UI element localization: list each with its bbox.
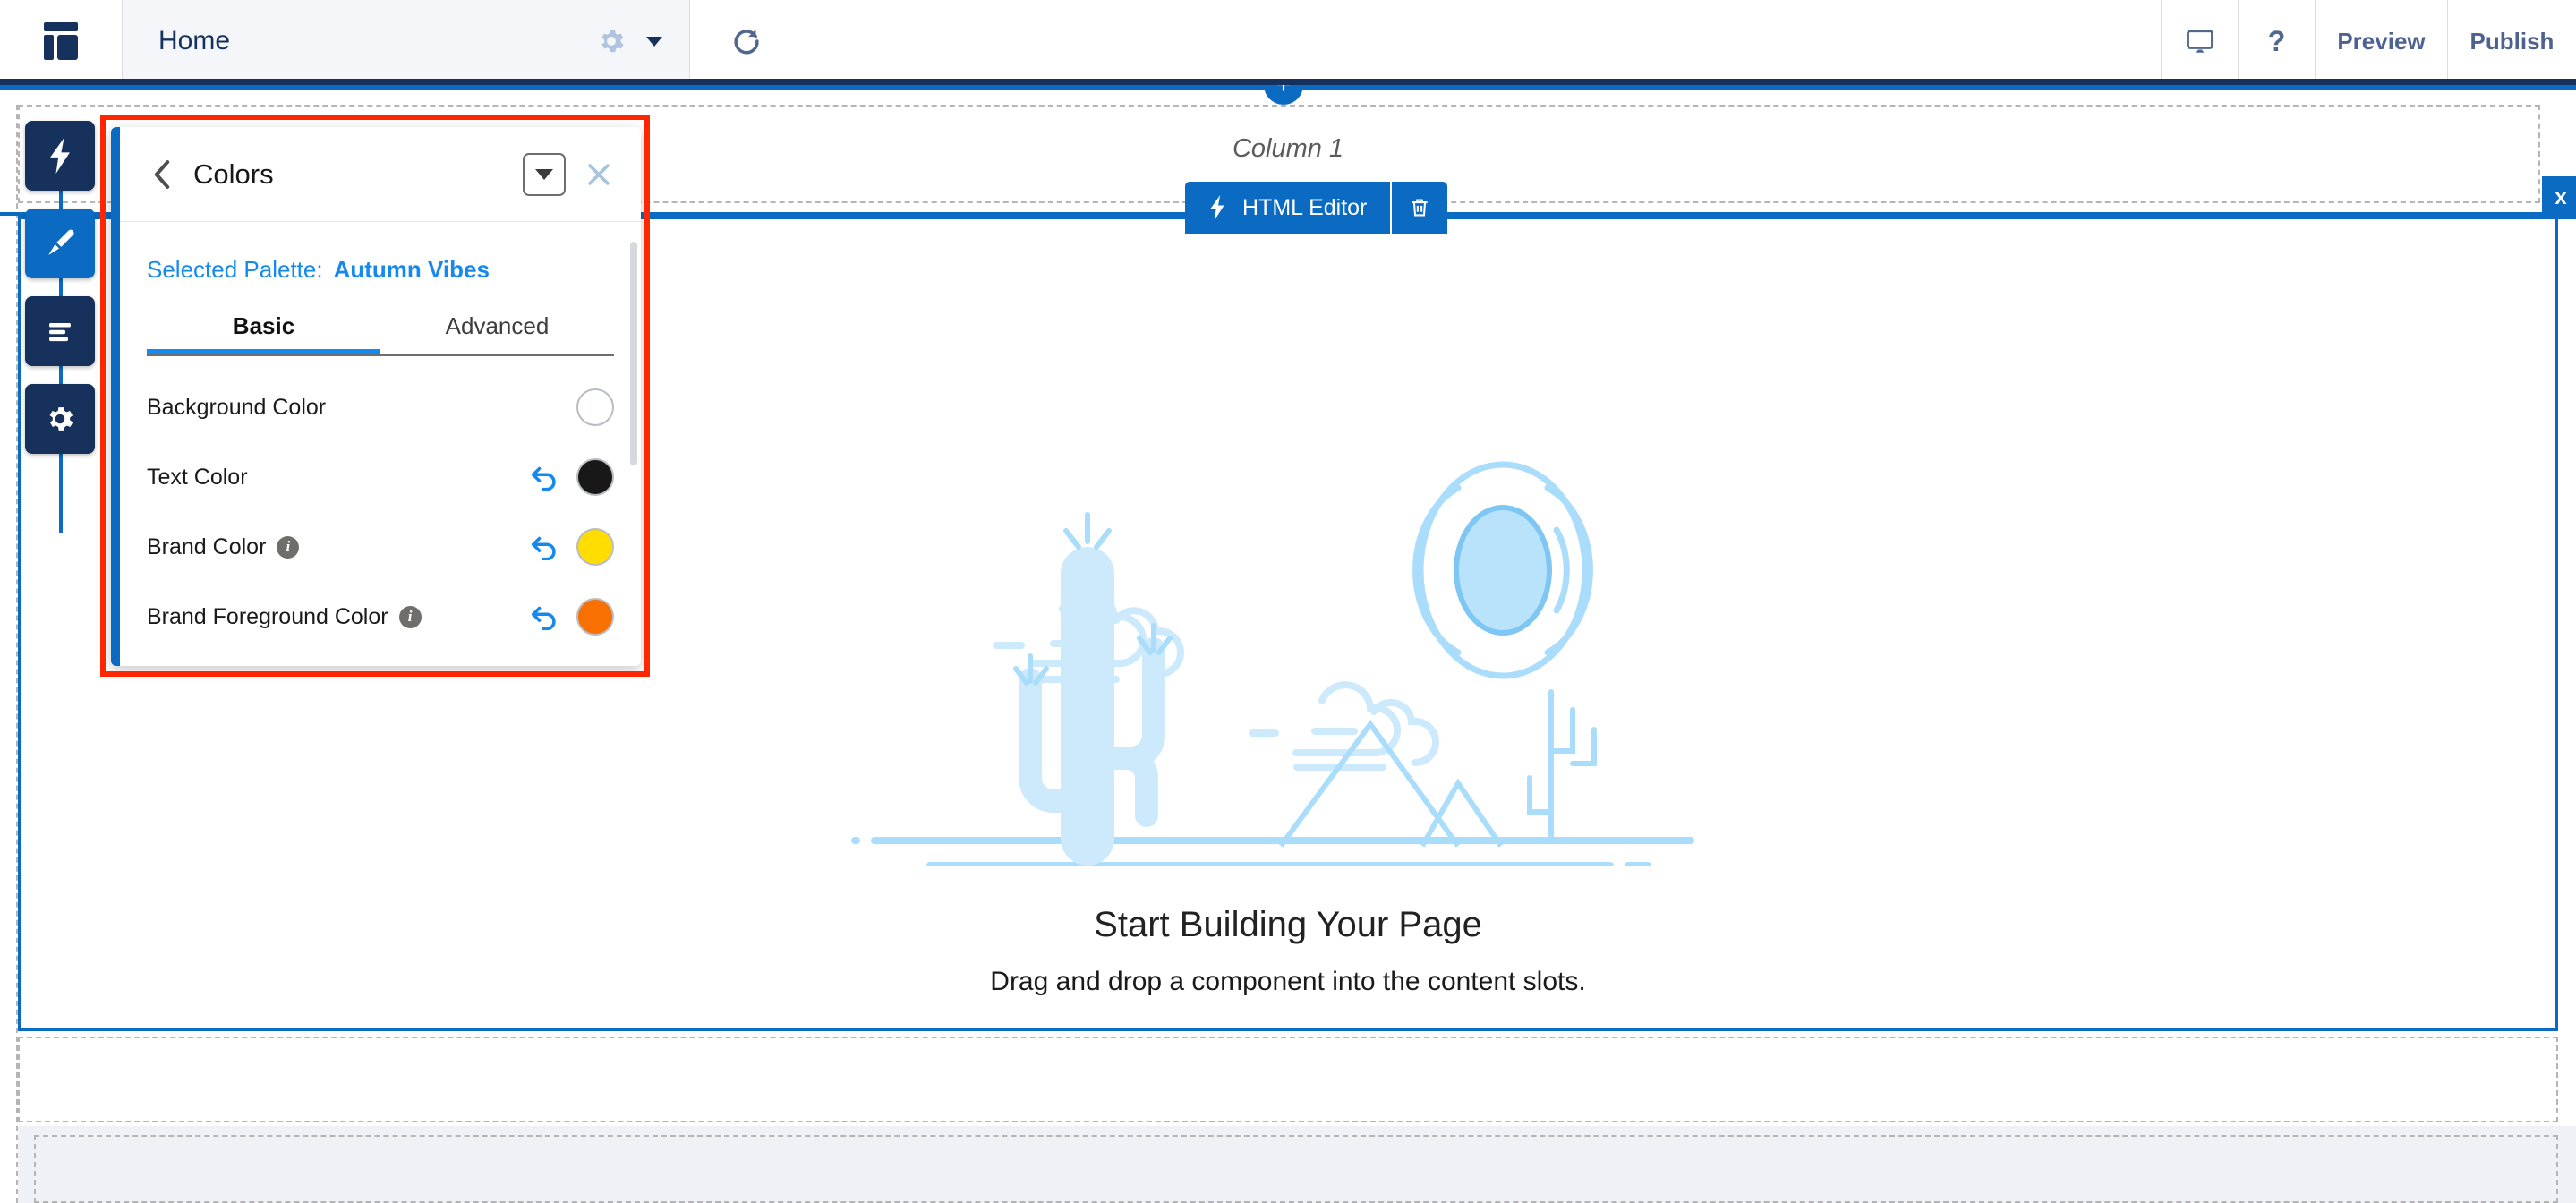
close-component-button[interactable]: x [2542, 176, 2576, 219]
revert-button[interactable] [525, 599, 564, 635]
desert-cactus-sun-illustration [851, 461, 1694, 866]
panel-back-button[interactable] [145, 155, 179, 194]
revert-button[interactable] [525, 529, 564, 565]
color-row-label-wrap: Brand Foreground Color i [147, 604, 525, 630]
header-spacer [802, 0, 2161, 82]
panel-header: Colors [120, 127, 641, 222]
refresh-button[interactable] [690, 0, 802, 82]
color-row: Brand Color i [147, 512, 614, 582]
lightning-bolt-icon [1210, 195, 1224, 220]
left-rail [25, 121, 95, 533]
preview-label: Preview [2337, 27, 2426, 55]
color-row-label: Text Color [147, 464, 248, 490]
publish-label: Publish [2469, 27, 2555, 55]
gear-icon[interactable] [596, 26, 627, 56]
sidebar-item-components[interactable] [25, 121, 95, 191]
color-row-label-wrap: Text Color [147, 465, 525, 491]
undo-arrow-icon [531, 606, 556, 630]
preview-button[interactable]: Preview [2315, 0, 2447, 82]
panel-tabs: Basic Advanced [147, 312, 614, 356]
device-preview-button[interactable] [2161, 0, 2238, 82]
panel-title: Colors [193, 158, 274, 190]
color-row-label: Brand Foreground Color [147, 603, 388, 629]
header-rule [0, 79, 2576, 85]
color-row-label: Background Color [147, 394, 327, 420]
page-title: Home [158, 26, 231, 55]
footer-drop-region-1[interactable] [18, 1037, 2558, 1122]
chevron-down-icon [535, 168, 553, 180]
trash-icon [1412, 199, 1429, 217]
panel-scrollbar[interactable] [630, 242, 637, 666]
color-row: Brand Foreground Color i [147, 582, 614, 652]
page-layout-icon [38, 21, 83, 62]
desktop-monitor-icon [2186, 30, 2213, 53]
color-swatch[interactable] [576, 388, 614, 426]
color-row: Text Color [147, 442, 614, 512]
revert-placeholder [525, 389, 564, 425]
undo-arrow-icon [531, 466, 556, 491]
color-row-label-wrap: Brand Color i [147, 534, 525, 560]
empty-state-title: Start Building Your Page [1094, 905, 1482, 944]
help-label: ? [2267, 24, 2286, 57]
lightning-bolt-icon [50, 138, 70, 174]
info-icon[interactable]: i [398, 605, 422, 628]
sidebar-item-themes[interactable] [25, 209, 95, 278]
gear-icon [49, 407, 73, 431]
close-icon [588, 163, 610, 185]
tab-basic[interactable]: Basic [147, 312, 380, 354]
panel-scrollbar-thumb[interactable] [630, 242, 637, 465]
selected-palette-row: Selected Palette: Autumn Vibes [147, 222, 614, 284]
footer-drop-region-2[interactable] [34, 1135, 2558, 1203]
paintbrush-icon [48, 229, 74, 255]
revert-button[interactable] [525, 459, 564, 495]
color-swatch[interactable] [576, 528, 614, 566]
html-editor-label: HTML Editor [1242, 194, 1368, 220]
color-row: Background Color [147, 372, 614, 442]
panel-dropdown-button[interactable] [523, 152, 566, 196]
empty-state-subtitle: Drag and drop a component into the conte… [990, 967, 1586, 996]
sidebar-item-settings[interactable] [25, 384, 95, 454]
refresh-icon [733, 29, 759, 55]
undo-arrow-icon [531, 536, 556, 560]
color-row-label: Brand Color [147, 533, 267, 559]
app-header: Home ? Preview Publish [0, 0, 2576, 82]
tab-advanced[interactable]: Advanced [380, 312, 614, 354]
color-row-label-wrap: Background Color [147, 395, 525, 421]
publish-button[interactable]: Publish [2447, 0, 2576, 82]
lines-list-icon [49, 323, 71, 342]
selected-palette-label: Selected Palette: [147, 256, 323, 283]
page-title-cell: Home [123, 0, 690, 82]
sidebar-item-page-structure[interactable] [25, 296, 95, 366]
color-swatch[interactable] [576, 458, 614, 496]
colors-panel: Colors Selected Palette: Autumn Vibes Ba… [111, 127, 641, 666]
help-button[interactable]: ? [2238, 0, 2315, 82]
chevron-left-icon [154, 159, 170, 189]
color-swatch[interactable] [576, 598, 614, 636]
chevron-down-icon[interactable] [646, 36, 662, 47]
color-rows-list: Background Color Text Color Brand Color … [147, 372, 614, 652]
info-icon[interactable]: i [277, 535, 300, 559]
panel-close-button[interactable] [576, 152, 621, 197]
selected-palette-value[interactable]: Autumn Vibes [334, 256, 490, 284]
panel-body: Selected Palette: Autumn Vibes Basic Adv… [120, 222, 641, 666]
builder-logo[interactable] [0, 0, 123, 82]
add-section-above-button[interactable]: + [1264, 85, 1303, 105]
